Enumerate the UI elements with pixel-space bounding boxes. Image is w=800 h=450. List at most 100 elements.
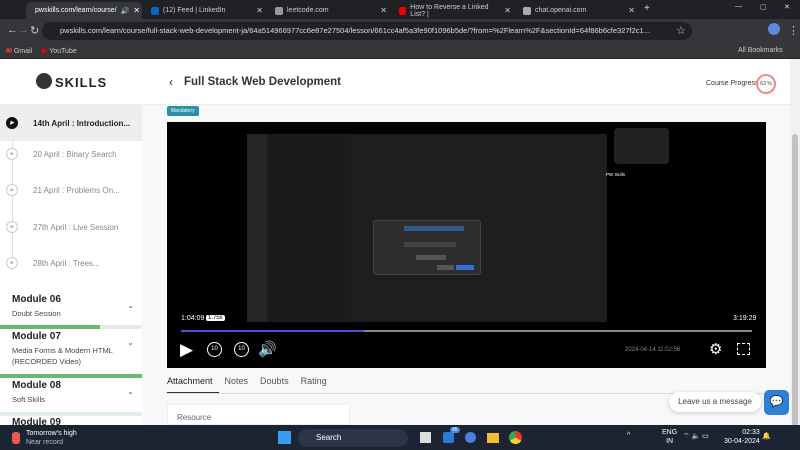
weather-icon xyxy=(12,432,20,444)
linkedin-icon xyxy=(151,6,159,15)
page-header: SKILLS ‹ Full Stack Web Development Cour… xyxy=(0,59,790,105)
resource-card: Resource xyxy=(167,404,350,425)
notification-badge: 45 xyxy=(450,427,460,433)
taskbar-search[interactable]: Search xyxy=(298,429,408,447)
sidebar: ▶ 14th April : Introduction... ▶ 20 April … xyxy=(0,105,142,425)
video-frame-content xyxy=(247,122,607,322)
module-09[interactable]: Module 09 xyxy=(0,412,142,425)
language-indicator[interactable]: ENG IN xyxy=(662,428,677,446)
bookmark-star-icon[interactable]: ☆ xyxy=(676,24,686,37)
wifi-volume-battery-icons[interactable]: ⌔ 🔈 ▭ xyxy=(683,432,709,441)
browser-tab[interactable]: (12) Feed | LinkedIn ✕ xyxy=(146,2,268,19)
tab-notes[interactable]: Notes xyxy=(225,376,255,394)
tray-chevron-icon[interactable]: ^ xyxy=(627,432,630,439)
youtube-icon xyxy=(399,6,407,15)
clock[interactable]: 02:33 30-04-2024 xyxy=(724,428,760,446)
chat-prompt[interactable]: Leave us a message xyxy=(669,392,761,412)
presenter-webcam xyxy=(614,128,669,164)
play-circle-icon: ▶ xyxy=(6,148,18,160)
mandatory-badge: Mandatory xyxy=(167,106,199,116)
lesson-item[interactable]: ▶ 21 April : Problems On... xyxy=(0,177,142,203)
chevron-down-icon[interactable]: ⌄ xyxy=(127,387,134,396)
page-title: Full Stack Web Development xyxy=(184,76,341,88)
maximize-button[interactable]: ▢ xyxy=(760,3,767,11)
close-tab-icon[interactable]: ✕ xyxy=(380,6,387,15)
tab-rating[interactable]: Rating xyxy=(301,376,333,394)
weather-title[interactable]: Tomorrow's high xyxy=(26,430,77,437)
address-bar-row: ← → ↻ pwskills.com/learn/course/full-sta… xyxy=(0,19,800,43)
rewind-10-button[interactable]: 10 xyxy=(207,342,222,357)
page-scrollbar[interactable] xyxy=(790,59,800,434)
teams-icon[interactable] xyxy=(443,432,454,443)
lesson-item[interactable]: ▶ 20 April : Binary Search xyxy=(0,141,142,167)
file-explorer-icon[interactable] xyxy=(487,433,499,443)
new-tab-button[interactable]: + xyxy=(644,3,650,14)
audio-icon: 🔊 xyxy=(120,7,130,15)
tab-attachment[interactable]: Attachment xyxy=(167,376,219,394)
all-bookmarks[interactable]: All Bookmarks xyxy=(738,47,783,54)
save-dialog xyxy=(373,220,481,275)
url-input[interactable]: pwskills.com/learn/course/full-stack-web… xyxy=(42,22,692,40)
browser-tab[interactable]: pwskills.com/learn/course/🔊 ✕ xyxy=(26,2,142,19)
forward-icon[interactable]: → xyxy=(18,24,29,36)
playback-speed-button[interactable]: 1.75x xyxy=(206,315,225,321)
back-icon[interactable]: ← xyxy=(7,24,18,36)
play-circle-icon: ▶ xyxy=(6,257,18,269)
forward-10-button[interactable]: 10 xyxy=(234,342,249,357)
browser-tab[interactable]: chat.openai.com ✕ xyxy=(518,2,640,19)
module-07[interactable]: Module 07 Media Forms & Modern HTML (RECO… xyxy=(0,326,142,378)
volume-icon[interactable]: 🔊 xyxy=(258,340,277,358)
presenter-label: PW Skills xyxy=(606,172,625,177)
reload-icon[interactable]: ↻ xyxy=(30,24,39,37)
chat-bubble-icon: 💬 xyxy=(769,396,784,408)
chat-button[interactable]: 💬 xyxy=(764,390,789,415)
chevron-down-icon[interactable]: ⌄ xyxy=(127,301,134,310)
browser-tab[interactable]: leetcode.com ✕ xyxy=(270,2,392,19)
content-tabs: Attachment Notes Doubts Rating xyxy=(167,376,339,394)
settings-gear-icon[interactable]: ⚙ xyxy=(709,340,722,358)
seek-bar-played xyxy=(181,330,364,332)
app-icon[interactable] xyxy=(465,432,476,443)
browser-tab-bar: pwskills.com/learn/course/🔊 ✕ (12) Feed |… xyxy=(0,0,800,19)
bookmarks-bar: ✉ Gmail ▶ YouTube All Bookmarks xyxy=(0,43,800,59)
windows-start-icon[interactable] xyxy=(278,431,291,444)
chevron-down-icon[interactable]: ⌄ xyxy=(127,338,134,347)
profile-avatar[interactable] xyxy=(768,23,780,35)
lesson-item[interactable]: ▶ 27th April : Live Session xyxy=(0,214,142,240)
seek-bar[interactable] xyxy=(181,330,752,332)
notification-bell-icon[interactable]: 🔔 xyxy=(762,432,771,440)
play-circle-icon: ▶ xyxy=(6,117,18,129)
logo-text: SKILLS xyxy=(55,75,108,90)
current-time: 1:04:09 xyxy=(181,315,205,322)
close-tab-icon[interactable]: ✕ xyxy=(504,6,511,15)
menu-icon[interactable]: ⋮ xyxy=(788,24,799,37)
module-08[interactable]: Module 08 Soft Skills ⌄ xyxy=(0,375,142,416)
bookmark-gmail[interactable]: ✉ Gmail xyxy=(6,47,32,55)
lesson-item-active[interactable]: ▶ 14th April : Introduction... xyxy=(0,105,142,141)
progress-ring: 63 % xyxy=(756,74,776,94)
close-tab-icon[interactable]: ✕ xyxy=(256,6,263,15)
browser-tab[interactable]: How to Reverse a Linked List? | ✕ xyxy=(394,2,516,19)
lesson-item[interactable]: ▶ 28th April : Trees... xyxy=(0,250,142,276)
video-timestamp: 2024-04-14 11:02:56 xyxy=(625,347,681,353)
play-button[interactable]: ▶ xyxy=(180,340,193,360)
weather-subtitle: Near record xyxy=(26,439,63,446)
duration: 3:19:29 xyxy=(733,315,757,322)
close-tab-icon[interactable]: ✕ xyxy=(133,6,140,15)
bookmark-youtube[interactable]: ▶ YouTube xyxy=(42,47,77,55)
openai-icon xyxy=(523,6,531,15)
chrome-icon[interactable] xyxy=(509,431,522,444)
module-06[interactable]: Module 06 Doubt Session ⌄ xyxy=(0,289,142,329)
close-tab-icon[interactable]: ✕ xyxy=(628,6,635,15)
task-view-icon[interactable] xyxy=(420,432,431,443)
leetcode-icon xyxy=(275,6,283,15)
tab-doubts[interactable]: Doubts xyxy=(260,376,295,394)
play-circle-icon: ▶ xyxy=(6,184,18,196)
pw-logo-icon xyxy=(36,73,52,89)
minimize-button[interactable]: — xyxy=(735,3,742,10)
close-window-button[interactable]: ✕ xyxy=(784,3,790,11)
progress-label: Course Progress xyxy=(706,80,759,87)
back-button[interactable]: ‹ xyxy=(169,75,173,89)
fullscreen-icon[interactable] xyxy=(737,343,750,355)
windows-taskbar: Tomorrow's high Near record Search 45 ^ … xyxy=(0,425,800,450)
